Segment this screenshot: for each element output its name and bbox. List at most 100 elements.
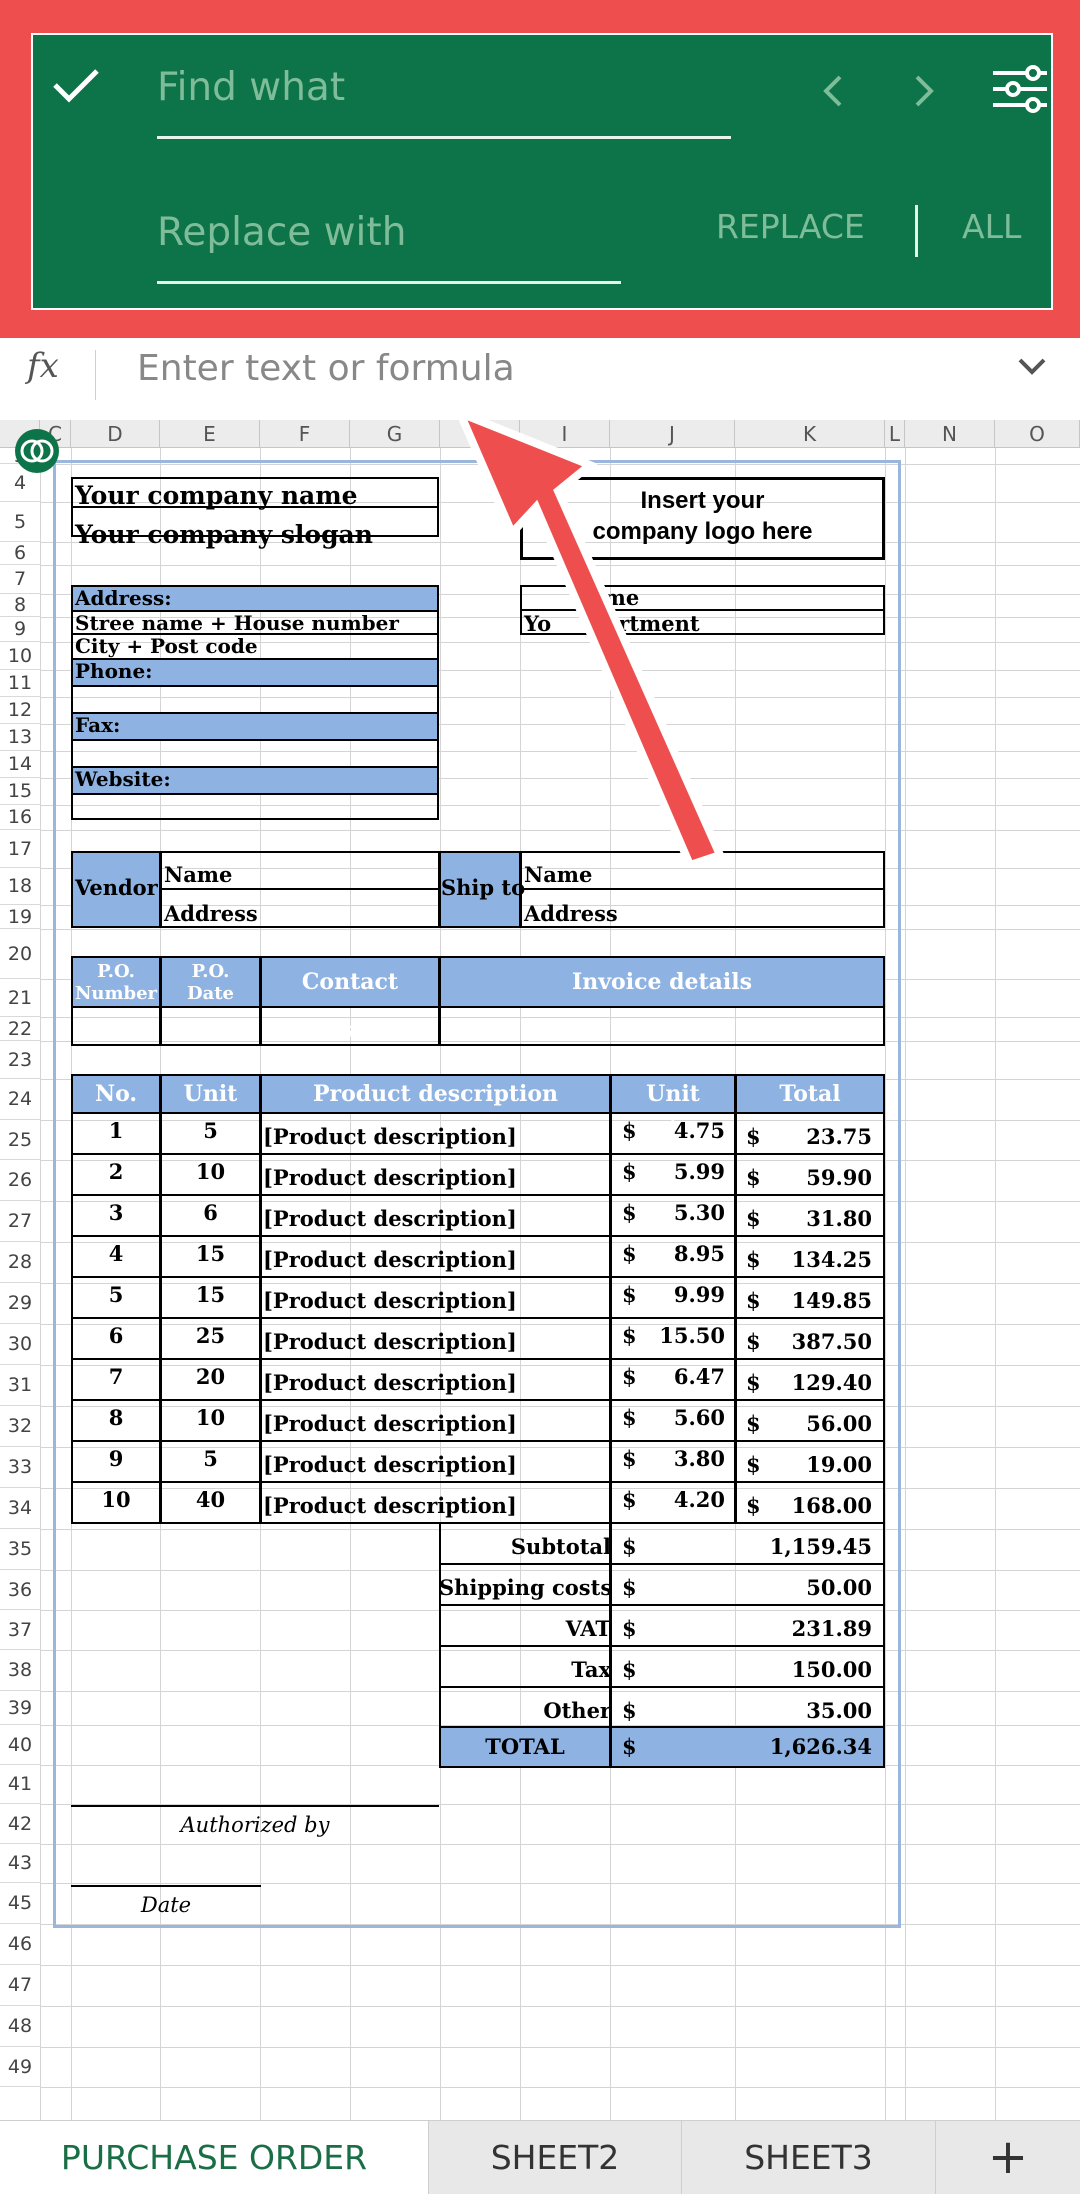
- chevron-down-icon[interactable]: [1016, 352, 1048, 382]
- item-description: [Product description]: [263, 1124, 517, 1149]
- po-value-cell[interactable]: [71, 1006, 161, 1046]
- item-number: 9: [108, 1446, 124, 1471]
- table-header: Unit price: [610, 1074, 736, 1143]
- row-header[interactable]: 41: [0, 1765, 40, 1804]
- column-header[interactable]: O: [995, 420, 1080, 448]
- row-header[interactable]: 12: [0, 697, 40, 724]
- row-header[interactable]: 40: [0, 1725, 40, 1765]
- summary-label: Shipping costs: [439, 1575, 613, 1600]
- fax-label-box[interactable]: [71, 712, 439, 741]
- item-description: [Product description]: [263, 1493, 517, 1518]
- row-header[interactable]: 30: [0, 1324, 40, 1365]
- row-header[interactable]: 26: [0, 1160, 40, 1201]
- po-value-cell[interactable]: [439, 1006, 885, 1046]
- row-header[interactable]: 24: [0, 1079, 40, 1120]
- phone-cell-box[interactable]: [71, 685, 439, 714]
- shipto-name[interactable]: Name: [524, 862, 592, 887]
- po-number-line2: Number: [74, 983, 158, 1004]
- find-replace-bar: Find what Replace with REPLACE ALL: [31, 33, 1053, 310]
- row-header[interactable]: 37: [0, 1610, 40, 1650]
- item-total: 129.40: [791, 1370, 872, 1395]
- row-header[interactable]: 10: [0, 642, 40, 670]
- row-header[interactable]: 38: [0, 1650, 40, 1691]
- row-header[interactable]: 29: [0, 1283, 40, 1324]
- website-cell-box[interactable]: [71, 793, 439, 820]
- vendor-address[interactable]: Address: [164, 901, 258, 926]
- item-price: 9.99: [673, 1282, 725, 1307]
- row-header[interactable]: 7: [0, 565, 40, 594]
- check-icon[interactable]: [51, 65, 101, 105]
- selection-handle-icon[interactable]: [14, 428, 60, 474]
- item-price: 4.20: [673, 1487, 725, 1512]
- row-header[interactable]: 9: [0, 617, 40, 642]
- tab-purchase-order[interactable]: PURCHASE ORDER: [0, 2121, 428, 2194]
- row-header[interactable]: 15: [0, 778, 40, 805]
- options-icon[interactable]: [991, 63, 1049, 117]
- row-header[interactable]: 39: [0, 1691, 40, 1725]
- tab-sheet2[interactable]: SHEET2: [428, 2121, 681, 2194]
- shipto-address[interactable]: Address: [524, 901, 618, 926]
- row-header[interactable]: 20: [0, 929, 40, 979]
- row-header[interactable]: 14: [0, 751, 40, 778]
- row-header[interactable]: 43: [0, 1844, 40, 1883]
- item-total: 149.85: [791, 1288, 872, 1313]
- row-header[interactable]: 11: [0, 670, 40, 697]
- row-header[interactable]: 19: [0, 905, 40, 929]
- po-value-cell[interactable]: [260, 1006, 440, 1046]
- column-header[interactable]: D: [71, 420, 160, 448]
- phone-label: Phone:: [75, 659, 153, 683]
- replace-all-button[interactable]: ALL: [962, 207, 1021, 246]
- column-header[interactable]: L: [885, 420, 905, 448]
- row-header[interactable]: 32: [0, 1406, 40, 1447]
- column-header[interactable]: K: [735, 420, 885, 448]
- add-sheet-button[interactable]: +: [935, 2121, 1080, 2194]
- tab-sheet3[interactable]: SHEET3: [681, 2121, 935, 2194]
- row-header[interactable]: 49: [0, 2047, 40, 2087]
- company-name[interactable]: Your company name: [75, 481, 358, 510]
- company-slogan[interactable]: Your company slogan: [75, 520, 373, 549]
- column-header[interactable]: N: [905, 420, 995, 448]
- city-cell: City + Post code: [75, 634, 258, 658]
- fax-cell-box[interactable]: [71, 739, 439, 768]
- vendor-name[interactable]: Name: [164, 862, 232, 887]
- formula-input[interactable]: Enter text or formula: [137, 348, 515, 389]
- replace-button[interactable]: REPLACE: [716, 207, 865, 246]
- column-header[interactable]: F: [260, 420, 350, 448]
- row-header[interactable]: 31: [0, 1365, 40, 1406]
- row-header[interactable]: 18: [0, 868, 40, 905]
- po-value-cell[interactable]: [160, 1006, 261, 1046]
- row-header[interactable]: 46: [0, 1924, 40, 1965]
- grid-line: [40, 448, 41, 2120]
- grid-line: [40, 2006, 1080, 2007]
- row-header[interactable]: 33: [0, 1447, 40, 1488]
- row-header[interactable]: 35: [0, 1529, 40, 1570]
- row-header[interactable]: 21: [0, 979, 40, 1017]
- row-header[interactable]: 8: [0, 594, 40, 617]
- replace-input[interactable]: Replace with: [157, 210, 406, 255]
- summary-label: Tax: [571, 1657, 611, 1682]
- row-header[interactable]: 17: [0, 830, 40, 868]
- row-header[interactable]: 5: [0, 502, 40, 542]
- next-icon[interactable]: [909, 71, 939, 111]
- row-header[interactable]: 28: [0, 1242, 40, 1283]
- find-input[interactable]: Find what: [157, 65, 345, 110]
- column-header[interactable]: G: [350, 420, 440, 448]
- row-header[interactable]: 36: [0, 1570, 40, 1610]
- table-header: No.: [71, 1074, 161, 1114]
- row-header[interactable]: 42: [0, 1804, 40, 1844]
- row-header[interactable]: 48: [0, 2006, 40, 2047]
- row-header[interactable]: 16: [0, 805, 40, 830]
- row-header[interactable]: 47: [0, 1965, 40, 2006]
- row-header[interactable]: 45: [0, 1883, 40, 1924]
- authorized-by-label: Authorized by: [180, 1813, 330, 1837]
- column-header[interactable]: E: [160, 420, 260, 448]
- row-header[interactable]: 23: [0, 1041, 40, 1079]
- row-header[interactable]: 6: [0, 542, 40, 565]
- row-header[interactable]: 25: [0, 1120, 40, 1160]
- row-header[interactable]: 27: [0, 1201, 40, 1242]
- annotation-arrow-icon: [452, 405, 726, 865]
- previous-icon[interactable]: [818, 71, 848, 111]
- row-header[interactable]: 22: [0, 1017, 40, 1041]
- row-header[interactable]: 13: [0, 724, 40, 751]
- row-header[interactable]: 34: [0, 1488, 40, 1529]
